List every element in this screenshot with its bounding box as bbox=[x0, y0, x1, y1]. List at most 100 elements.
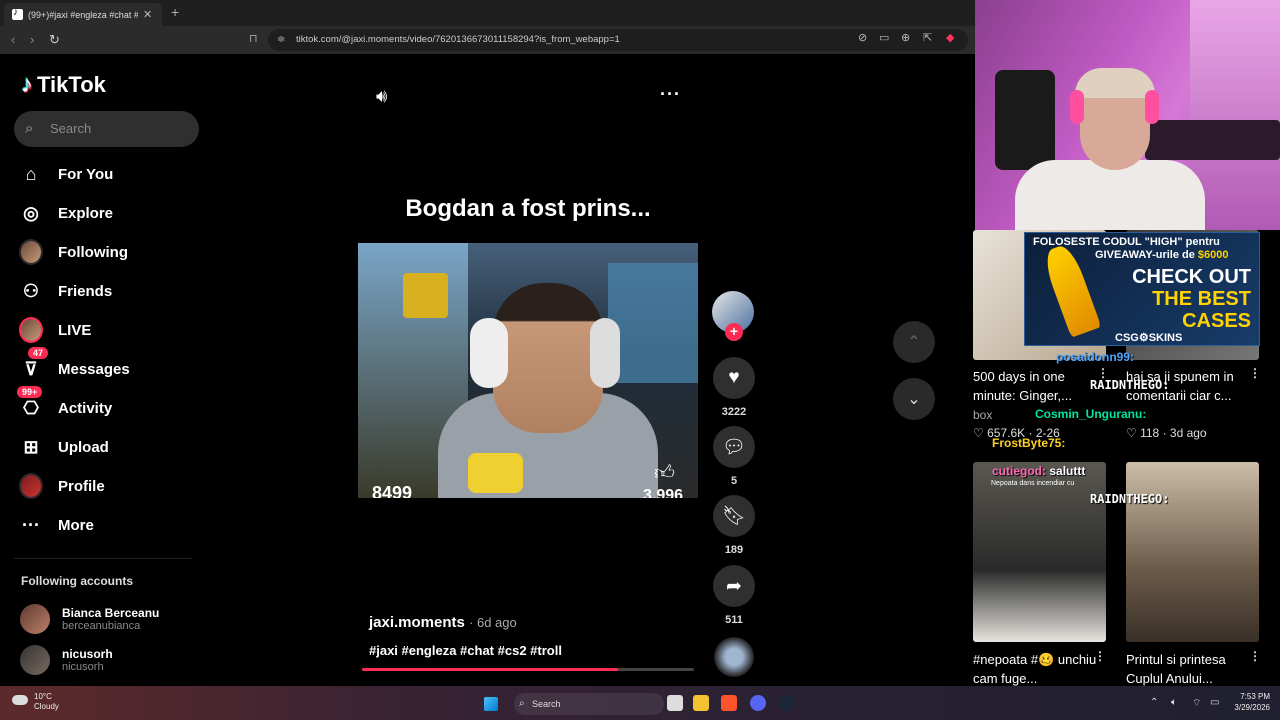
account-username: nicusorh bbox=[62, 661, 104, 673]
activity-badge: 99+ bbox=[17, 386, 43, 398]
nav-following[interactable]: Following bbox=[19, 237, 128, 267]
battery-icon[interactable]: ▭ bbox=[1210, 697, 1219, 708]
sponsor-banner: FOLOSESTE CODUL "HIGH" pentru GIVEAWAY-u… bbox=[1024, 232, 1260, 346]
discord-icon[interactable] bbox=[750, 695, 766, 711]
heart-icon: ♥ bbox=[713, 357, 755, 399]
nav-friends[interactable]: ⚇ Friends bbox=[19, 276, 112, 306]
picture-in-picture-icon[interactable]: ▭ bbox=[879, 31, 889, 44]
video-thumbnail[interactable]: Nepoata dans incendiar cu bbox=[973, 462, 1106, 642]
video-author-line: jaxi.moments · 6d ago bbox=[369, 614, 517, 631]
logo-text: TikTok bbox=[37, 72, 106, 97]
nav-profile[interactable]: Profile bbox=[19, 471, 105, 501]
promo-line-2: GIVEAWAY-urile de $6000 bbox=[1095, 249, 1229, 261]
share-icon[interactable]: ⇱ bbox=[923, 31, 932, 44]
task-view-icon[interactable] bbox=[667, 695, 683, 711]
sidebar-divider bbox=[14, 558, 192, 559]
search-icon: ⌕ bbox=[519, 698, 525, 709]
forward-icon[interactable]: › bbox=[30, 32, 34, 47]
file-explorer-icon[interactable] bbox=[693, 695, 709, 711]
more-options-icon[interactable]: ··· bbox=[660, 84, 681, 105]
tray-chevron-icon[interactable]: ⌃ bbox=[1150, 697, 1158, 708]
video-progress-bar[interactable] bbox=[362, 668, 694, 671]
browser-toolbar: ‹ › ↻ ⊓ ≑ tiktok.com/@jaxi.moments/video… bbox=[0, 26, 975, 54]
save-count: 189 bbox=[724, 544, 744, 556]
video-caption-overlay: Bogdan a fost prins... bbox=[405, 195, 651, 222]
back-icon[interactable]: ‹ bbox=[11, 32, 15, 47]
nav-explore[interactable]: ◎ Explore bbox=[19, 198, 113, 228]
comment-button[interactable]: 💬︎ 5 bbox=[712, 426, 756, 487]
music-disc-icon[interactable] bbox=[714, 637, 754, 677]
comment-count: 5 bbox=[730, 475, 738, 487]
speaker-icon[interactable]: 🔈︎ bbox=[1171, 697, 1177, 708]
brave-shield-icon[interactable]: ◆ bbox=[946, 31, 954, 44]
nav-label: Profile bbox=[58, 477, 105, 495]
bookmark-icon: 🔖︎ bbox=[713, 495, 755, 537]
video-player[interactable]: 8499 3,996 👍︎ bbox=[358, 243, 698, 498]
following-avatar bbox=[19, 239, 43, 265]
browser-tab-strip: (99+)#jaxi #engleza #chat #c... ✕ + bbox=[0, 0, 975, 26]
author-name[interactable]: jaxi.moments bbox=[369, 614, 465, 631]
nav-label: More bbox=[58, 516, 94, 534]
more-icon[interactable]: ⋮ bbox=[1249, 649, 1261, 663]
taskbar-search-label: Search bbox=[532, 699, 561, 709]
nav-label: Explore bbox=[58, 204, 114, 222]
search-placeholder: Search bbox=[50, 121, 92, 136]
brave-icon[interactable] bbox=[721, 695, 737, 711]
taskbar-search[interactable]: ⌕ Search bbox=[514, 693, 664, 715]
tiktok-logo[interactable]: ♪ TikTok bbox=[21, 71, 106, 99]
site-info-icon[interactable]: ≑ bbox=[277, 29, 285, 51]
reload-icon[interactable]: ↻ bbox=[49, 32, 60, 48]
nav-activity[interactable]: ⎔ 99+ Activity bbox=[17, 386, 112, 423]
nav-more[interactable]: ··· More bbox=[19, 510, 94, 540]
nav-upload[interactable]: ⊞ Upload bbox=[19, 432, 108, 462]
taskbar-clock[interactable]: 7:53 PM 3/29/2026 bbox=[1234, 691, 1270, 713]
inbox-icon: ⎔ 99+ bbox=[17, 386, 43, 420]
weather-widget[interactable]: 10°C Cloudy bbox=[12, 692, 59, 712]
nav-label: For You bbox=[58, 165, 114, 183]
save-button[interactable]: 🔖︎ 189 bbox=[712, 495, 756, 556]
network-icon[interactable]: ⌔ bbox=[1192, 697, 1201, 710]
nav-messages[interactable]: ⊽ 47 Messages bbox=[19, 347, 130, 384]
nav-for-you[interactable]: ⌂ For You bbox=[19, 159, 114, 189]
windows-start-icon[interactable] bbox=[484, 697, 498, 711]
share-button[interactable]: ➦ 511 bbox=[712, 565, 756, 626]
chat-username: RAIDNTHEGO: bbox=[1090, 492, 1170, 506]
zoom-icon[interactable]: ⊕ bbox=[901, 31, 910, 44]
send-icon: ⊽ 47 bbox=[19, 347, 49, 381]
video-card-title[interactable]: 500 days in one minute: Ginger,... bbox=[973, 367, 1101, 405]
share-count: 511 bbox=[725, 614, 743, 626]
tiktok-note-icon: ♪ bbox=[21, 71, 33, 98]
following-account[interactable]: nicusorh nicusorh bbox=[20, 645, 113, 675]
steam-icon[interactable] bbox=[779, 695, 795, 711]
hashtags[interactable]: #jaxi #engleza #chat #cs2 #troll bbox=[369, 643, 562, 658]
bookmark-icon[interactable]: ⊓ bbox=[249, 32, 258, 45]
next-video-button[interactable]: ⌄ bbox=[893, 378, 935, 420]
video-thumbnail[interactable] bbox=[1126, 462, 1259, 642]
following-account[interactable]: Bianca Berceanu berceanubianca bbox=[20, 604, 159, 634]
promo-headline-3: CASES bbox=[1182, 310, 1251, 332]
knife-graphic bbox=[1040, 242, 1102, 338]
like-button[interactable]: ♥ 3222 bbox=[712, 357, 756, 418]
follow-plus-icon[interactable]: + bbox=[725, 323, 743, 341]
thumbnail-text: Nepoata dans incendiar cu bbox=[991, 480, 1075, 487]
more-icon[interactable]: ⋮ bbox=[1249, 366, 1261, 380]
video-card-title[interactable]: Printul si printesa Cuplul Anului... bbox=[1126, 650, 1254, 688]
new-tab-button[interactable]: + bbox=[171, 4, 179, 20]
tab-close-icon[interactable]: ✕ bbox=[143, 8, 152, 21]
clock-date: 3/29/2026 bbox=[1234, 703, 1270, 712]
nav-live[interactable]: LIVE bbox=[19, 315, 91, 345]
more-icon[interactable]: ⋮ bbox=[1094, 649, 1106, 663]
previous-video-button[interactable]: ⌃ bbox=[893, 321, 935, 363]
search-input[interactable]: ⌕ Search bbox=[14, 111, 199, 147]
nav-label: Following bbox=[58, 243, 128, 261]
video-card-title[interactable]: #nepoata #🥴 unchiu cam fuge... bbox=[973, 650, 1101, 688]
volume-icon[interactable]: 🔊︎ bbox=[376, 86, 387, 107]
progress-fill bbox=[362, 668, 618, 671]
promo-line-1: FOLOSESTE CODUL "HIGH" pentru bbox=[1033, 236, 1220, 248]
chat-username: RAIDNTHEGO: bbox=[1090, 378, 1170, 392]
browser-tab[interactable]: (99+)#jaxi #engleza #chat #c... ✕ bbox=[4, 3, 162, 26]
account-username: berceanubianca bbox=[62, 620, 141, 632]
cast-off-icon[interactable]: ⊘ bbox=[858, 31, 867, 44]
chevron-up-icon: ⌃ bbox=[907, 334, 921, 351]
streamer-webcam bbox=[975, 0, 1280, 230]
